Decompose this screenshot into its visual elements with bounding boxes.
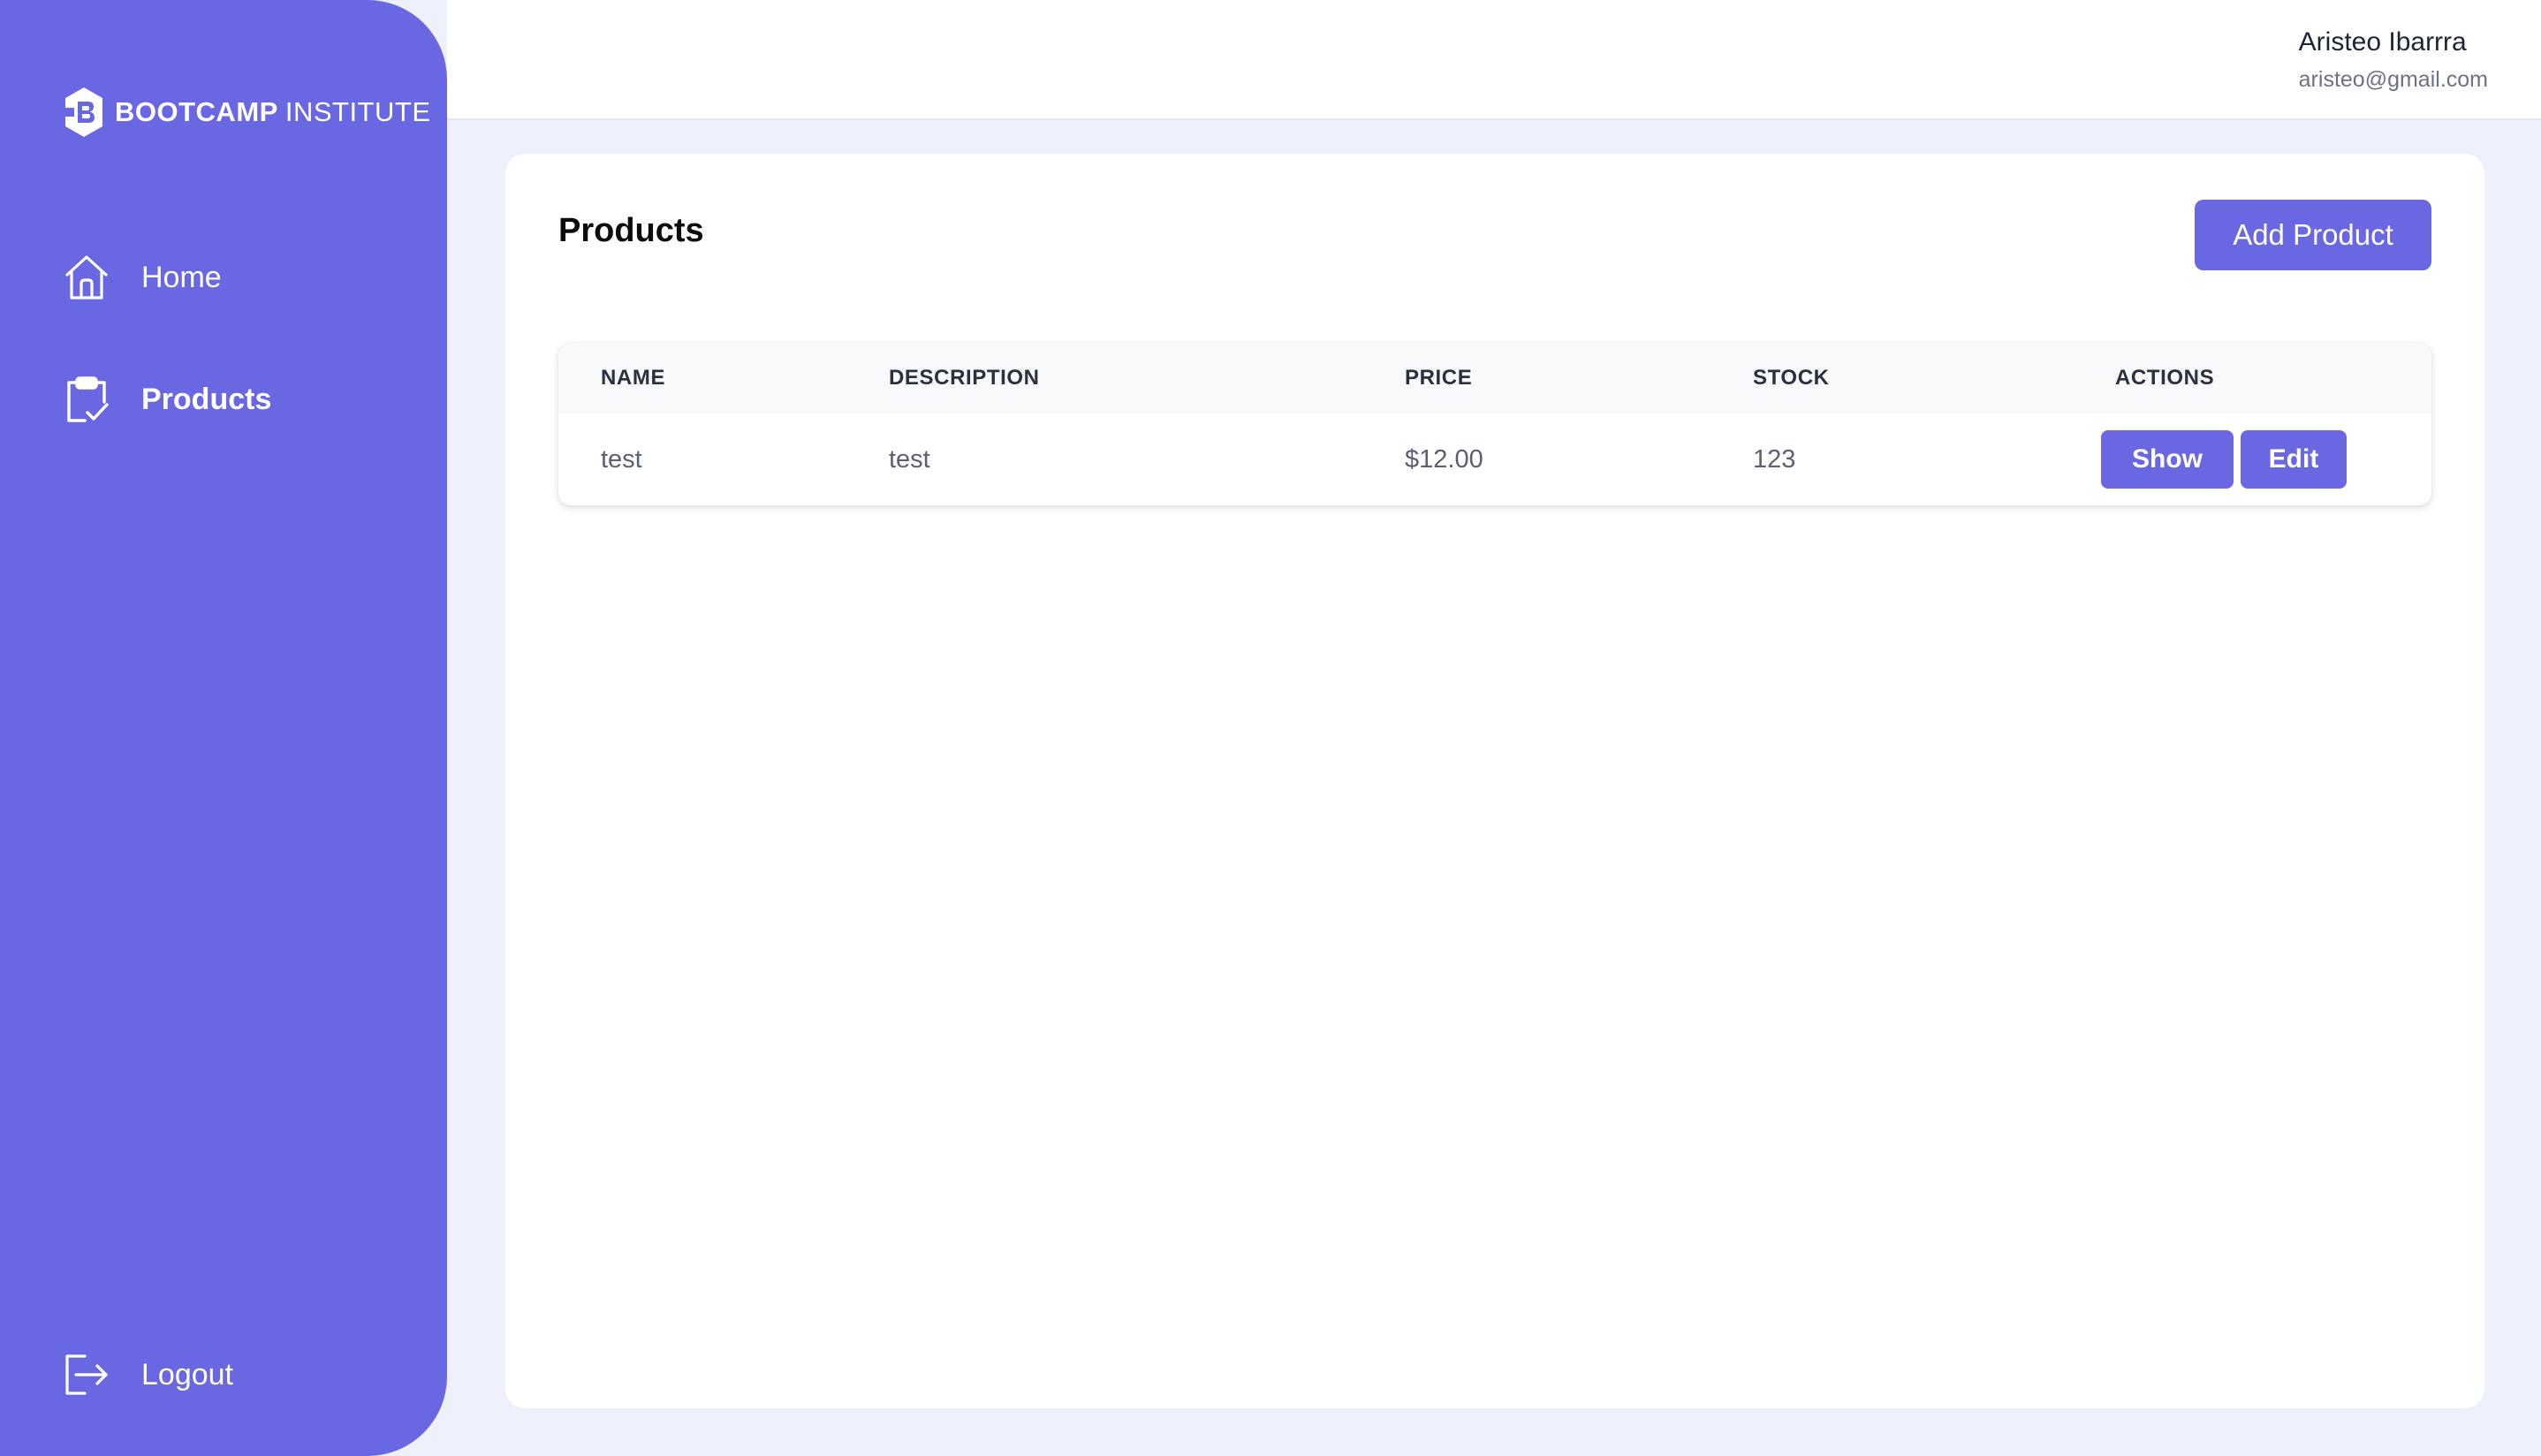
logout-button[interactable]: Logout (64, 1350, 233, 1399)
add-product-button[interactable]: Add Product (2195, 200, 2431, 270)
cell-price: $12.00 (1405, 444, 1483, 474)
cell-description: test (889, 444, 930, 474)
user-profile[interactable]: Aristeo Ibarrra aristeo@gmail.com (2299, 25, 2488, 95)
brand-name-bold: BOOTCAMP (115, 96, 278, 127)
cell-stock: 123 (1753, 444, 1796, 474)
brand-name: BOOTCAMP INSTITUTE (115, 96, 431, 128)
user-name: Aristeo Ibarrra (2298, 27, 2467, 57)
top-header: Aristeo Ibarrra aristeo@gmail.com (447, 0, 2541, 120)
sidebar-item-label: Home (141, 260, 222, 294)
logout-label: Logout (141, 1357, 233, 1392)
column-header-actions: ACTIONS (2115, 366, 2215, 390)
edit-button[interactable]: Edit (2241, 430, 2347, 489)
table-header: NAME DESCRIPTION PRICE STOCK ACTIONS (558, 343, 2431, 413)
sidebar-item-label: Products (141, 382, 272, 416)
home-icon (65, 255, 108, 300)
brand-logo[interactable]: BOOTCAMP INSTITUTE (64, 87, 431, 138)
clipboard-check-icon (67, 376, 109, 422)
table-row: test test $12.00 123 Show Edit (558, 413, 2431, 505)
column-header-description: DESCRIPTION (889, 366, 1040, 390)
column-header-price: PRICE (1405, 366, 1473, 390)
brand-name-light: INSTITUTE (284, 96, 431, 127)
column-header-name: NAME (601, 366, 666, 390)
logout-icon (65, 1354, 108, 1395)
user-email: aristeo@gmail.com (2298, 67, 2488, 92)
show-button[interactable]: Show (2101, 430, 2234, 489)
cell-actions: Show Edit (2101, 413, 2431, 505)
page-title: Products (558, 212, 704, 249)
column-header-stock: STOCK (1753, 366, 1830, 390)
cell-name: test (601, 444, 642, 474)
sidebar-item-products[interactable]: Products (64, 375, 271, 424)
products-table: NAME DESCRIPTION PRICE STOCK ACTIONS tes… (558, 343, 2431, 505)
products-card: Products Add Product NAME DESCRIPTION PR… (505, 154, 2484, 1408)
table-header-row: NAME DESCRIPTION PRICE STOCK ACTIONS (558, 343, 2431, 413)
sidebar-item-home[interactable]: Home (64, 253, 222, 302)
bootcamp-logo-icon (65, 87, 102, 137)
sidebar: BOOTCAMP INSTITUTE Home Products Logout (0, 0, 447, 1456)
